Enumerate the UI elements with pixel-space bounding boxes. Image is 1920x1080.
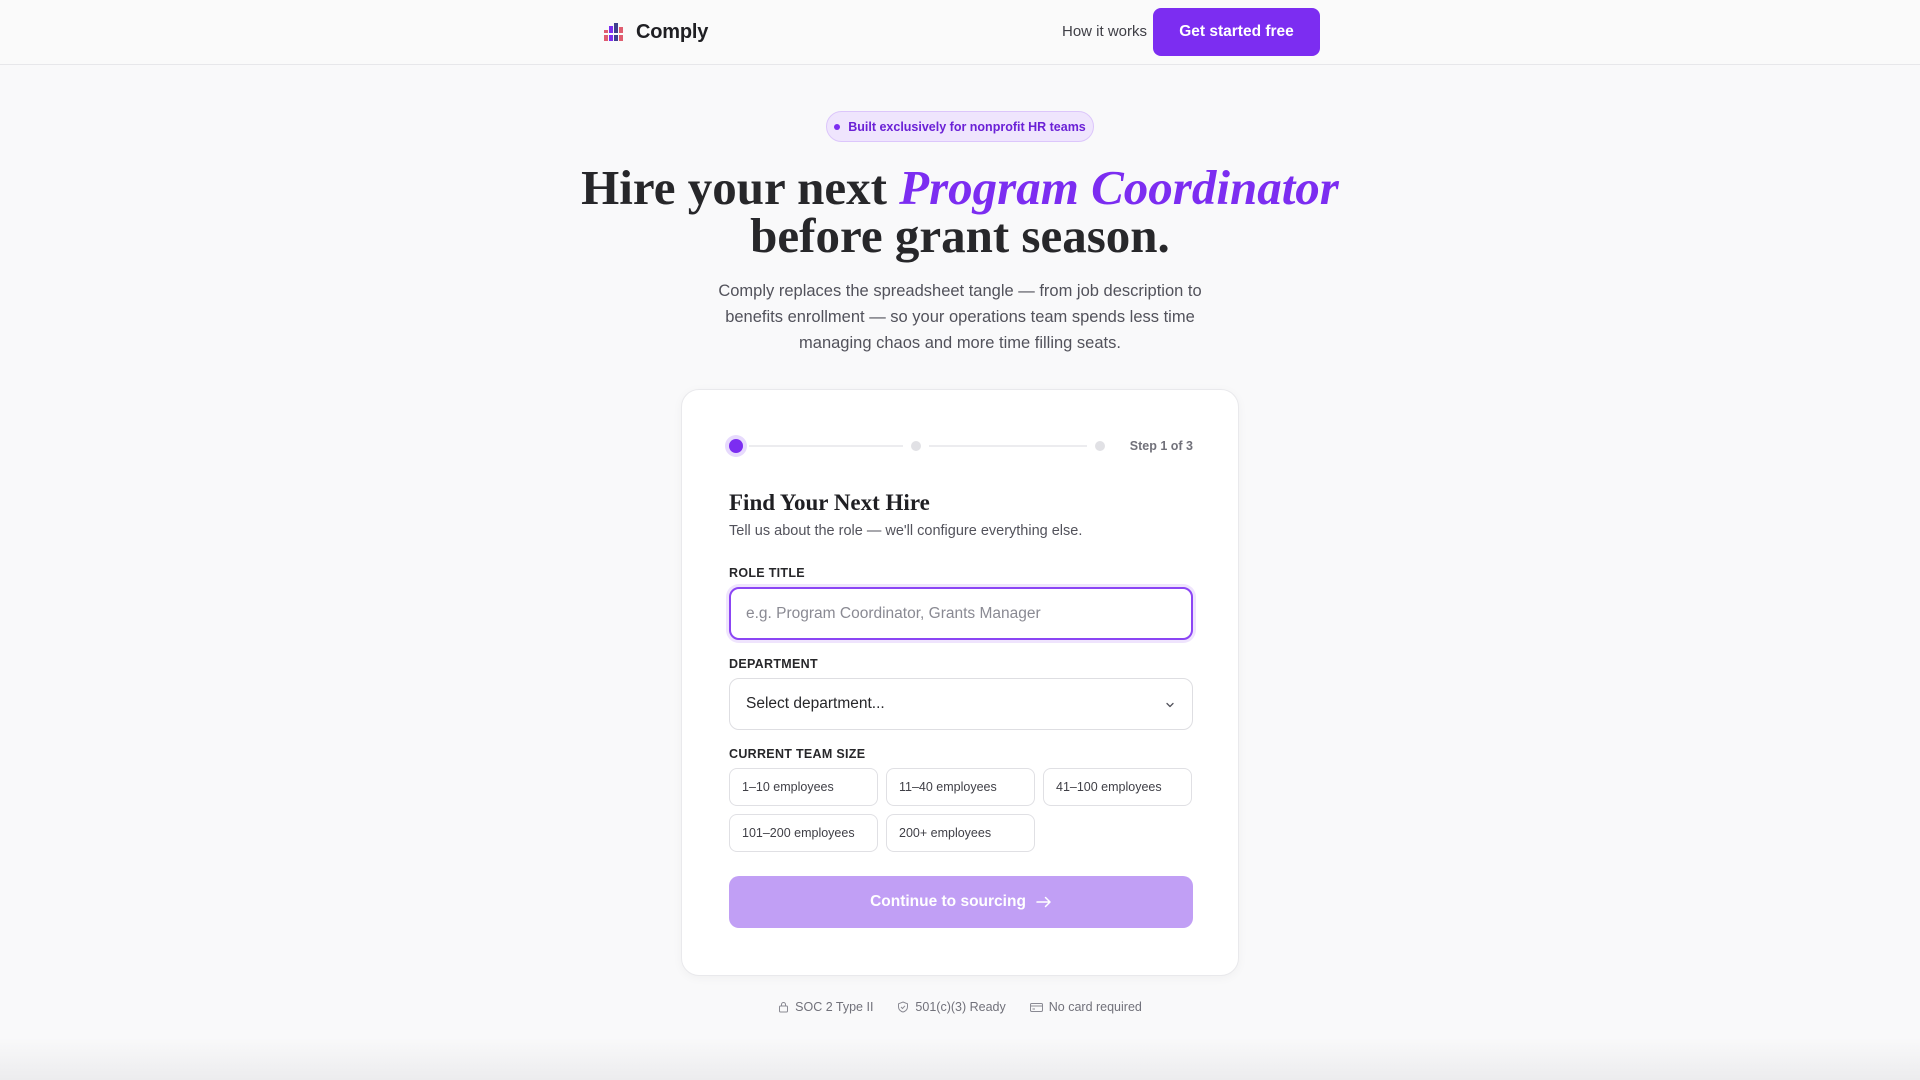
headline-part-2: before grant season. bbox=[750, 208, 1170, 263]
chevron-down-icon bbox=[1166, 702, 1174, 708]
nav-how-it-works[interactable]: How it works bbox=[1062, 23, 1147, 40]
team-size-option[interactable]: 41–100 employees bbox=[1043, 768, 1192, 806]
department-label: DEPARTMENT bbox=[729, 657, 818, 671]
trust-item-no-card: No card required bbox=[1029, 1000, 1142, 1014]
team-size-option[interactable]: 101–200 employees bbox=[729, 814, 878, 852]
team-size-option[interactable]: 1–10 employees bbox=[729, 768, 878, 806]
team-size-option[interactable]: 200+ employees bbox=[886, 814, 1035, 852]
trust-item-soc2: SOC 2 Type II bbox=[778, 1000, 873, 1014]
trust-item-501c3: 501(c)(3) Ready bbox=[897, 1000, 1006, 1014]
role-title-label: ROLE TITLE bbox=[729, 566, 805, 580]
hire-form-card: Step 1 of 3 Find Your Next Hire Tell us … bbox=[681, 389, 1239, 976]
step-counter: Step 1 of 3 bbox=[1129, 439, 1193, 453]
step-progress: Step 1 of 3 bbox=[729, 436, 1193, 456]
headline-part-1: Hire your next bbox=[581, 160, 900, 215]
role-title-input[interactable] bbox=[729, 587, 1193, 640]
get-started-button[interactable]: Get started free bbox=[1153, 8, 1320, 56]
audience-badge: Built exclusively for nonprofit HR teams bbox=[826, 111, 1094, 142]
trust-badges: SOC 2 Type II 501(c)(3) Ready No card re… bbox=[0, 1000, 1920, 1014]
trust-label-soc2: SOC 2 Type II bbox=[795, 1000, 874, 1014]
comply-logo-icon bbox=[604, 23, 623, 41]
trust-label-501c3: 501(c)(3) Ready bbox=[915, 1000, 1006, 1014]
form-subtitle: Tell us about the role — we'll configure… bbox=[729, 523, 1083, 539]
brand-name: Comply bbox=[636, 20, 709, 43]
credit-card-icon bbox=[1029, 1002, 1043, 1012]
audience-badge-label: Built exclusively for nonprofit HR teams bbox=[848, 119, 1086, 134]
brand-logo[interactable]: Comply bbox=[604, 19, 708, 45]
step-connector-1 bbox=[749, 445, 903, 447]
headline-accent: Program Coordinator bbox=[899, 160, 1339, 215]
step-3-indicator bbox=[1095, 441, 1105, 451]
trust-label-no-card: No card required bbox=[1048, 1000, 1142, 1014]
step-connector-2 bbox=[929, 445, 1087, 447]
arrow-right-icon bbox=[1036, 896, 1051, 908]
hero-subhead: Comply replaces the spreadsheet tangle —… bbox=[718, 282, 1202, 352]
hero-headline: Hire your next Program Coordinator befor… bbox=[560, 163, 1360, 263]
continue-button-label: Continue to sourcing bbox=[870, 893, 1026, 910]
department-select-value: Select department... bbox=[746, 695, 885, 712]
continue-to-sourcing-button[interactable]: Continue to sourcing bbox=[729, 876, 1193, 928]
lock-icon bbox=[779, 1002, 789, 1013]
shield-check-icon bbox=[898, 1001, 909, 1013]
team-size-label: CURRENT TEAM SIZE bbox=[729, 747, 866, 761]
team-size-option[interactable]: 11–40 employees bbox=[886, 768, 1035, 806]
bottom-fade bbox=[0, 1038, 1920, 1080]
step-2-indicator bbox=[911, 441, 921, 451]
step-1-indicator bbox=[729, 439, 743, 453]
department-select[interactable]: Select department... bbox=[729, 678, 1193, 730]
top-nav: Comply How it works Get started free bbox=[0, 0, 1920, 65]
form-title: Find Your Next Hire bbox=[729, 490, 930, 515]
badge-dot-icon bbox=[834, 123, 841, 130]
